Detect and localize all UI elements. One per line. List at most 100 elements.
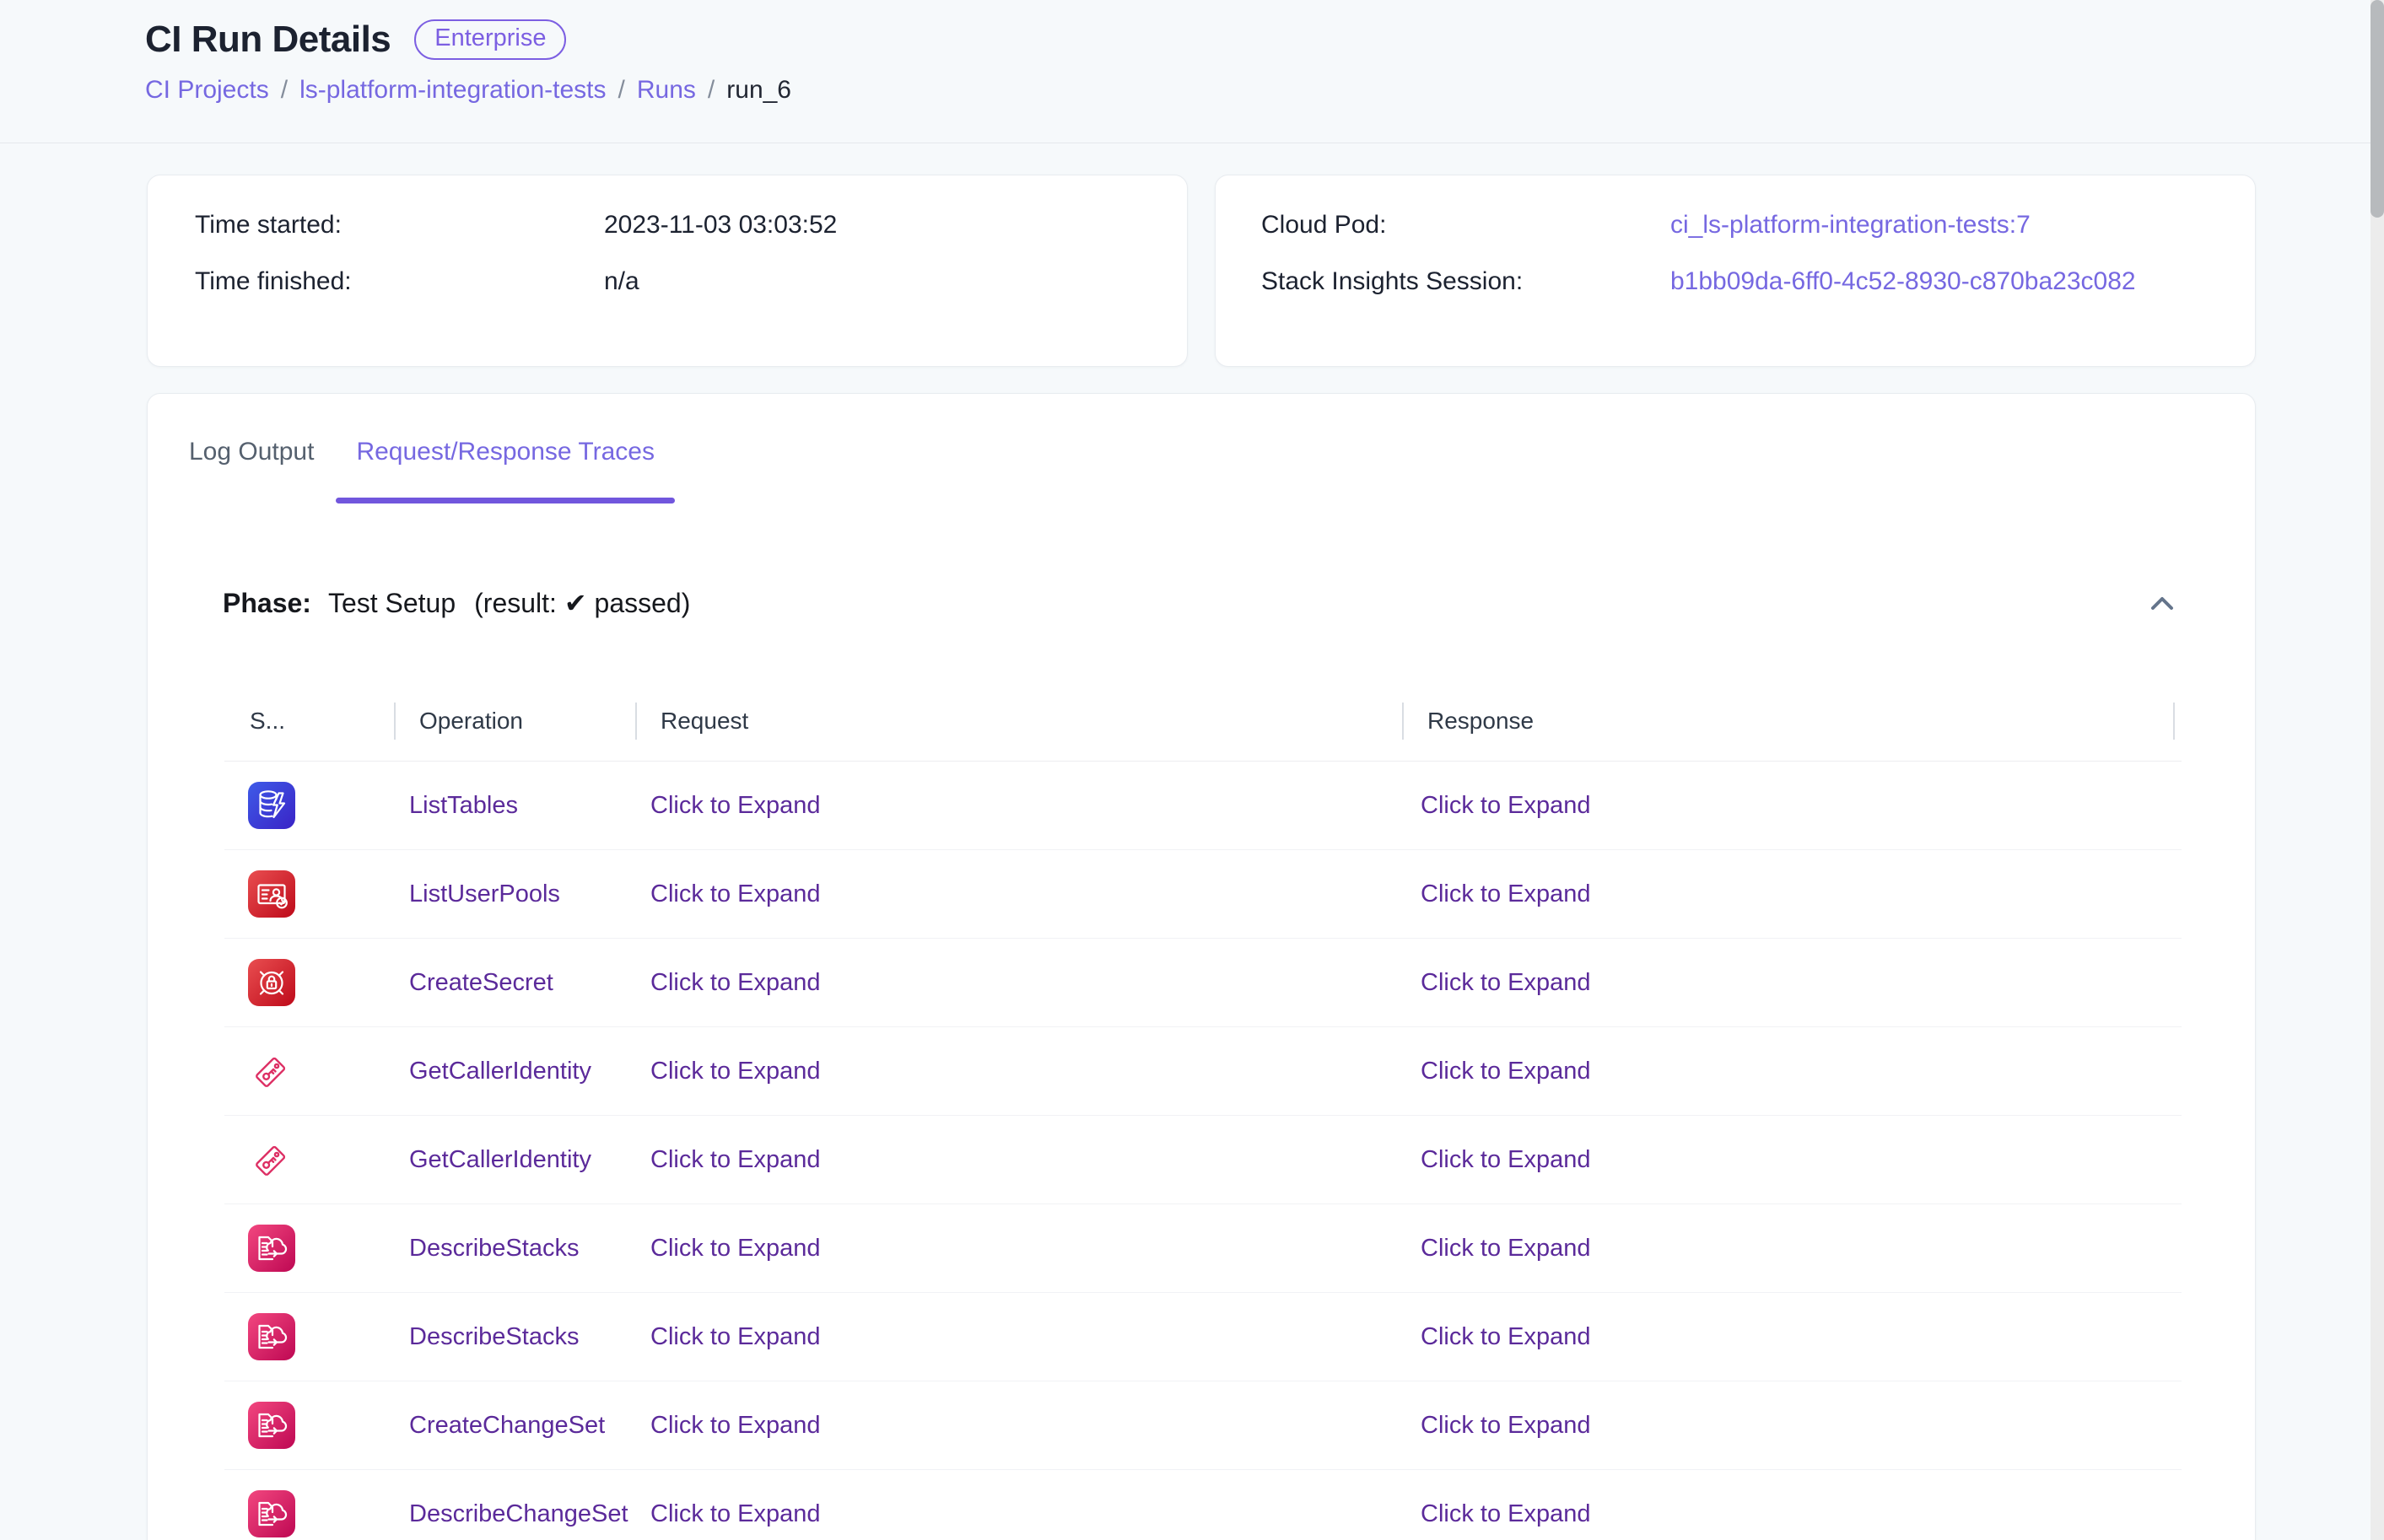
operation-link[interactable]: GetCallerIdentity <box>409 1146 591 1173</box>
request-expand-link[interactable]: Click to Expand <box>650 969 821 996</box>
column-separator <box>394 703 396 740</box>
request-expand-link[interactable]: Click to Expand <box>650 1500 821 1527</box>
stack-insights-label: Stack Insights Session: <box>1261 267 1670 296</box>
sts-icon <box>248 1136 295 1183</box>
operation-cell: ListTables <box>394 792 635 820</box>
traces-card: Log Output Request/Response Traces Phase… <box>147 393 2256 1540</box>
response-expand-link[interactable]: Click to Expand <box>1421 880 1591 907</box>
request-expand-link[interactable]: Click to Expand <box>650 1412 821 1439</box>
secretsmanager-icon <box>248 959 295 1006</box>
response-expand-link[interactable]: Click to Expand <box>1421 1235 1591 1262</box>
operation-cell: DescribeStacks <box>394 1323 635 1351</box>
request-cell: Click to Expand <box>635 792 1402 820</box>
dynamodb-icon <box>248 782 295 829</box>
request-cell: Click to Expand <box>635 1412 1402 1440</box>
scrollbar-thumb[interactable] <box>2371 0 2384 218</box>
response-cell: Click to Expand <box>1402 1500 2173 1528</box>
service-cell <box>224 1490 394 1537</box>
request-expand-link[interactable]: Click to Expand <box>650 1058 821 1085</box>
breadcrumb-separator: / <box>708 76 715 105</box>
chevron-up-icon <box>2148 592 2176 614</box>
breadcrumb-runs[interactable]: Runs <box>637 76 696 105</box>
response-expand-link[interactable]: Click to Expand <box>1421 1323 1591 1350</box>
request-cell: Click to Expand <box>635 1500 1402 1528</box>
operation-link[interactable]: ListTables <box>409 792 518 819</box>
response-cell: Click to Expand <box>1402 969 2173 997</box>
operation-link[interactable]: GetCallerIdentity <box>409 1058 591 1085</box>
operation-link[interactable]: DescribeStacks <box>409 1235 579 1262</box>
page-header: CI Run Details Enterprise CI Projects / … <box>0 0 2384 143</box>
tab-request-response-traces[interactable]: Request/Response Traces <box>336 426 675 503</box>
request-expand-link[interactable]: Click to Expand <box>650 792 821 819</box>
operation-link[interactable]: CreateChangeSet <box>409 1412 605 1439</box>
cloud-pod-label: Cloud Pod: <box>1261 211 1670 240</box>
request-expand-link[interactable]: Click to Expand <box>650 1146 821 1173</box>
cloudformation-icon <box>248 1402 295 1449</box>
operation-link[interactable]: DescribeStacks <box>409 1323 579 1350</box>
response-cell: Click to Expand <box>1402 792 2173 820</box>
stack-insights-session-link[interactable]: b1bb09da-6ff0-4c52-8930-c870ba23c082 <box>1670 267 2136 296</box>
request-cell: Click to Expand <box>635 969 1402 997</box>
operation-link[interactable]: DescribeChangeSet <box>409 1500 628 1527</box>
response-expand-link[interactable]: Click to Expand <box>1421 1058 1591 1085</box>
cloudformation-icon <box>248 1225 295 1272</box>
table-row: DescribeStacks Click to Expand Click to … <box>224 1204 2182 1293</box>
time-finished-value: n/a <box>604 267 639 296</box>
time-started-row: Time started: 2023-11-03 03:03:52 <box>195 211 1140 240</box>
service-cell <box>224 1313 394 1360</box>
breadcrumb-ci-projects[interactable]: CI Projects <box>145 76 269 105</box>
operation-link[interactable]: ListUserPools <box>409 880 560 907</box>
cloud-pod-link[interactable]: ci_ls-platform-integration-tests:7 <box>1670 211 2031 240</box>
response-expand-link[interactable]: Click to Expand <box>1421 1500 1591 1527</box>
run-times-card: Time started: 2023-11-03 03:03:52 Time f… <box>147 175 1188 367</box>
page-scrollbar[interactable] <box>2371 0 2384 1540</box>
response-cell: Click to Expand <box>1402 1146 2173 1174</box>
operation-link[interactable]: CreateSecret <box>409 969 553 996</box>
response-expand-link[interactable]: Click to Expand <box>1421 1412 1591 1439</box>
table-row: ListTables Click to Expand Click to Expa… <box>224 762 2182 850</box>
trace-table-body: ListTables Click to Expand Click to Expa… <box>224 762 2182 1540</box>
service-cell <box>224 782 394 829</box>
request-expand-link[interactable]: Click to Expand <box>650 1323 821 1350</box>
cloudformation-icon <box>248 1490 295 1537</box>
response-cell: Click to Expand <box>1402 1323 2173 1351</box>
table-row: ListUserPools Click to Expand Click to E… <box>224 850 2182 939</box>
time-finished-label: Time finished: <box>195 267 604 296</box>
response-cell: Click to Expand <box>1402 1412 2173 1440</box>
tab-log-output[interactable]: Log Output <box>189 426 314 503</box>
breadcrumb-project[interactable]: ls-platform-integration-tests <box>299 76 606 105</box>
service-cell <box>224 1136 394 1183</box>
phase-label: Phase: <box>223 588 311 619</box>
service-cell <box>224 959 394 1006</box>
table-row: CreateChangeSet Click to Expand Click to… <box>224 1381 2182 1470</box>
response-expand-link[interactable]: Click to Expand <box>1421 969 1591 996</box>
phase-name: Test Setup <box>328 588 456 619</box>
column-separator <box>1402 703 1404 740</box>
request-cell: Click to Expand <box>635 880 1402 908</box>
response-cell: Click to Expand <box>1402 880 2173 908</box>
request-cell: Click to Expand <box>635 1235 1402 1263</box>
operation-cell: ListUserPools <box>394 880 635 908</box>
time-started-value: 2023-11-03 03:03:52 <box>604 211 837 240</box>
breadcrumb-separator: / <box>618 76 625 105</box>
request-expand-link[interactable]: Click to Expand <box>650 1235 821 1262</box>
stack-insights-row: Stack Insights Session: b1bb09da-6ff0-4c… <box>1261 267 2209 296</box>
operation-cell: CreateChangeSet <box>394 1412 635 1440</box>
operation-cell: DescribeStacks <box>394 1235 635 1263</box>
phase-header: Phase: Test Setup (result: ✔ passed) <box>223 573 2180 633</box>
response-expand-link[interactable]: Click to Expand <box>1421 1146 1591 1173</box>
breadcrumb-current-run: run_6 <box>726 76 791 105</box>
time-started-label: Time started: <box>195 211 604 240</box>
phase-collapse-button[interactable] <box>2144 589 2180 617</box>
session-card: Cloud Pod: ci_ls-platform-integration-te… <box>1215 175 2256 367</box>
table-row: GetCallerIdentity Click to Expand Click … <box>224 1027 2182 1116</box>
table-row: GetCallerIdentity Click to Expand Click … <box>224 1116 2182 1204</box>
sts-icon <box>248 1047 295 1095</box>
request-expand-link[interactable]: Click to Expand <box>650 880 821 907</box>
service-cell <box>224 870 394 918</box>
column-separator <box>2173 703 2175 740</box>
table-row: DescribeStacks Click to Expand Click to … <box>224 1293 2182 1381</box>
column-header-request: Request <box>635 708 1402 735</box>
response-expand-link[interactable]: Click to Expand <box>1421 792 1591 819</box>
operation-cell: CreateSecret <box>394 969 635 997</box>
